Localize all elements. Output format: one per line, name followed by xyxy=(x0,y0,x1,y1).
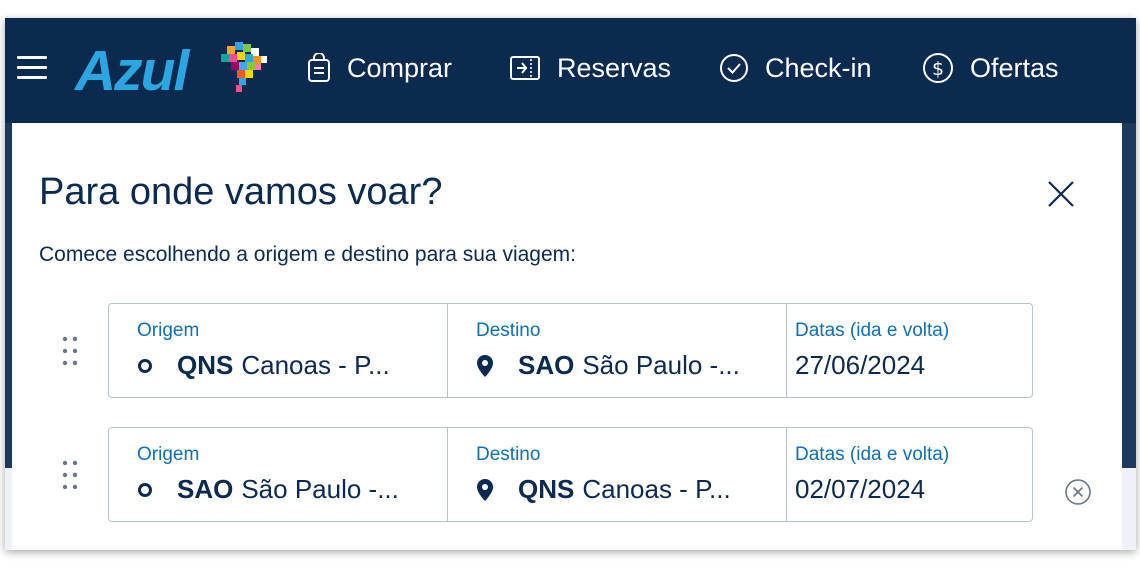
nav-reservas[interactable]: Reservas xyxy=(509,48,671,88)
nav-ofertas[interactable]: $ Ofertas xyxy=(922,48,1059,88)
menu-icon[interactable] xyxy=(17,56,47,80)
date-value: 27/06/2024 xyxy=(795,350,926,380)
origin-value: SAO São Paulo -... xyxy=(137,474,427,505)
nav-checkin-label: Check-in xyxy=(765,52,872,83)
origin-city: São Paulo -... xyxy=(241,474,399,504)
destination-city: Canoas - P... xyxy=(582,474,731,504)
svg-text:$: $ xyxy=(932,58,944,80)
drag-handle-icon[interactable] xyxy=(61,459,79,491)
nav-comprar-label: Comprar xyxy=(347,52,453,83)
azul-logo[interactable]: Azul xyxy=(75,38,189,104)
origin-code: SAO xyxy=(177,474,234,504)
location-pin-icon xyxy=(477,478,493,501)
modal-title: Para onde vamos voar? xyxy=(39,171,443,213)
destination-value: SAO São Paulo -... xyxy=(476,350,766,381)
origin-label: Origem xyxy=(137,444,200,465)
destination-code: QNS xyxy=(518,474,575,504)
brazil-map-logo-icon xyxy=(221,42,267,92)
flight-search-modal: Para onde vamos voar? Comece escolhendo … xyxy=(12,123,1122,550)
origin-field[interactable]: Origem SAO São Paulo -... xyxy=(109,428,448,521)
origin-circle-icon xyxy=(138,482,152,497)
check-circle-icon xyxy=(720,54,748,82)
modal-subtitle: Comece escolhendo a origem e destino par… xyxy=(39,243,576,266)
route-row: Origem QNS Canoas - P... Destino SAO São… xyxy=(108,303,1033,398)
origin-code: QNS xyxy=(177,350,234,380)
nav-ofertas-label: Ofertas xyxy=(970,52,1059,83)
date-value: 02/07/2024 xyxy=(795,474,926,504)
origin-value: QNS Canoas - P... xyxy=(137,350,427,381)
destination-code: SAO xyxy=(518,350,575,380)
nav-reservas-label: Reservas xyxy=(557,52,672,83)
shopping-bag-icon xyxy=(308,53,330,82)
origin-city: Canoas - P... xyxy=(241,350,390,380)
origin-field[interactable]: Origem QNS Canoas - P... xyxy=(109,304,448,397)
nav-comprar[interactable]: Comprar xyxy=(307,48,452,88)
destination-field[interactable]: Destino SAO São Paulo -... xyxy=(448,304,787,397)
dates-field[interactable]: Datas (ida e volta) 02/07/2024 xyxy=(787,428,1032,521)
top-navbar: Azul Comprar Reservas Check-in $ Ofertas xyxy=(5,18,1136,123)
ticket-icon xyxy=(510,56,540,80)
location-pin-icon xyxy=(477,354,493,377)
destination-label: Destino xyxy=(476,444,541,465)
destination-value: QNS Canoas - P... xyxy=(476,474,766,505)
close-icon[interactable] xyxy=(1046,179,1076,209)
route-row: Origem SAO São Paulo -... Destino QNS Ca… xyxy=(108,427,1033,522)
drag-handle-icon[interactable] xyxy=(61,335,79,367)
dates-field[interactable]: Datas (ida e volta) 27/06/2024 xyxy=(787,304,1032,397)
destination-label: Destino xyxy=(476,320,541,341)
dates-label: Datas (ida e volta) xyxy=(795,320,950,341)
dollar-circle-icon: $ xyxy=(923,53,953,83)
browser-frame: Azul Comprar Reservas Check-in $ Ofertas… xyxy=(5,18,1136,550)
dates-label: Datas (ida e volta) xyxy=(795,444,950,465)
destination-city: São Paulo -... xyxy=(582,350,740,380)
origin-circle-icon xyxy=(138,358,152,373)
destination-field[interactable]: Destino QNS Canoas - P... xyxy=(448,428,787,521)
nav-checkin[interactable]: Check-in xyxy=(719,48,872,88)
remove-route-icon[interactable] xyxy=(1064,478,1092,506)
origin-label: Origem xyxy=(137,320,200,341)
